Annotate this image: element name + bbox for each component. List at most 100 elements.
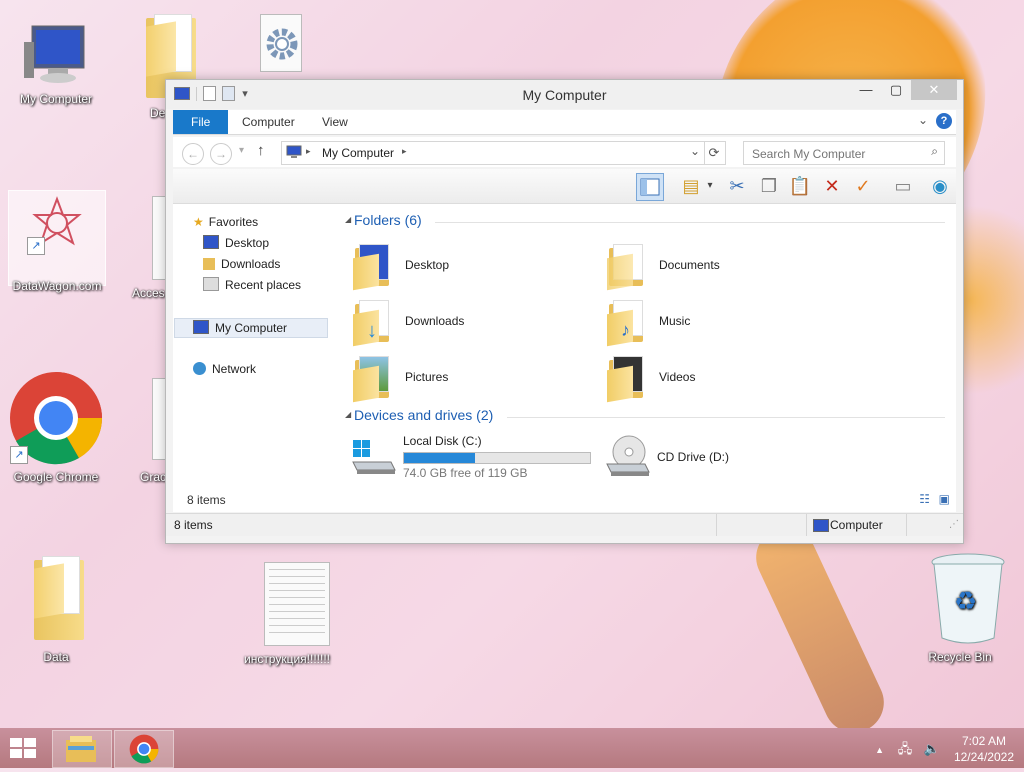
computer-icon [193, 320, 209, 334]
items-count: 8 items [187, 493, 226, 507]
large-icons-view-icon[interactable]: ▣ [939, 492, 950, 506]
expand-ribbon-icon[interactable]: ⌄ [918, 113, 928, 127]
desktop-icon-label: DataWagon.com [12, 279, 102, 293]
desktop-icon-label: Google Chrome [13, 470, 99, 484]
navigation-bar: ← → ▾ ↑ ▸ My Computer ▸ ⌄ ⟳ ⌕ [173, 137, 956, 167]
status-location: Computer [830, 518, 883, 532]
drive-item-cd-drive-d[interactable]: CD Drive (D:) [605, 432, 825, 482]
show-hidden-icons-icon[interactable]: ▲ [875, 745, 884, 755]
search-input[interactable] [750, 144, 924, 164]
inner-status: 8 items ☷ ▣ [173, 489, 956, 511]
nav-item-favorites[interactable]: ★ Favorites [193, 213, 258, 231]
folder-item-music[interactable]: ♪ Music [607, 296, 827, 347]
group-divider [435, 222, 945, 223]
monitor-icon [24, 25, 85, 83]
properties-icon[interactable]: ▭ [890, 173, 916, 199]
network-globe-icon[interactable]: ◉ [927, 173, 953, 199]
system-clock[interactable]: 7:02 AM 12/24/2022 [954, 733, 1014, 765]
clock-time: 7:02 AM [961, 734, 1006, 748]
nav-item-network[interactable]: Network [193, 360, 256, 378]
folders-group-header[interactable]: Folders (6) [354, 212, 422, 228]
refresh-button[interactable]: ⟳ [703, 141, 726, 165]
tab-computer[interactable]: Computer [228, 110, 309, 134]
desktop-icon-data[interactable]: Data [8, 552, 104, 664]
desktop-icon-google-chrome[interactable]: ↗ Google Chrome [8, 370, 104, 484]
devices-group-collapse-icon[interactable]: ◢ [345, 410, 351, 419]
preview-pane-icon[interactable] [636, 173, 664, 201]
address-bar[interactable]: ▸ My Computer ▸ ⌄ [281, 141, 705, 165]
star-icon: ★ [193, 215, 204, 229]
resize-grip-icon[interactable]: ⋰ [949, 519, 959, 530]
pictures-folder-icon [353, 356, 393, 403]
clock-date: 12/24/2022 [953, 750, 1014, 764]
nav-item-recent-places[interactable]: Recent places [203, 276, 301, 294]
folder-options-icon[interactable]: ▤ [678, 173, 704, 199]
taskbar-file-explorer-button[interactable] [52, 730, 112, 768]
folder-item-videos[interactable]: Videos [607, 352, 827, 403]
breadcrumb[interactable]: My Computer [322, 146, 394, 160]
desktop-icon-settings[interactable] [230, 10, 326, 78]
cd-drive-icon [606, 435, 650, 476]
folder-label: Documents [659, 258, 720, 272]
recent-locations-chevron-icon[interactable]: ▾ [239, 145, 244, 156]
group-divider [507, 417, 945, 418]
nav-item-label: My Computer [215, 321, 288, 335]
help-icon[interactable]: ? [936, 113, 952, 129]
title-bar[interactable]: ▾ My Computer — ▢ ✕ [166, 80, 963, 109]
breadcrumb-chevron-icon[interactable]: ▸ [402, 146, 407, 157]
windows-start-icon[interactable] [8, 736, 38, 760]
address-dropdown-icon[interactable]: ⌄ [690, 144, 700, 158]
drive-usage-bar [403, 452, 591, 464]
taskbar: ▲ 🖧 🔈 7:02 AM 12/24/2022 [0, 728, 1024, 768]
copy-icon[interactable]: ❐ [756, 173, 782, 199]
search-icon[interactable]: ⌕ [931, 144, 938, 159]
folder-item-downloads[interactable]: ↓ Downloads [353, 296, 573, 347]
status-divider [906, 514, 907, 536]
desktop-icon-instruction[interactable]: инструкция!!!!!!! [232, 558, 330, 666]
nav-item-desktop[interactable]: Desktop [203, 234, 269, 252]
volume-icon[interactable]: 🔈 [924, 741, 940, 756]
paste-icon[interactable]: 📋 [787, 173, 813, 199]
folder-item-pictures[interactable]: Pictures [353, 352, 573, 403]
nav-item-label: Favorites [208, 215, 259, 229]
folder-label: Downloads [405, 314, 465, 328]
desktop-folder-icon [353, 244, 393, 291]
forward-button[interactable]: → [210, 143, 232, 165]
folder-label: Music [659, 314, 691, 328]
folder-item-documents[interactable]: Documents [607, 240, 827, 291]
nav-item-label: Downloads [221, 257, 281, 271]
maximize-button[interactable]: ▢ [881, 80, 911, 100]
nav-item-my-computer[interactable]: My Computer [174, 318, 328, 338]
status-divider [716, 514, 717, 536]
desktop-icon-recycle-bin[interactable]: ♻ Recycle Bin [912, 552, 1008, 664]
desktop-icon-my-computer[interactable]: My Computer [8, 22, 104, 106]
chevron-down-icon[interactable]: ▾ [703, 173, 717, 199]
window-title: My Computer [522, 87, 607, 103]
details-view-icon[interactable]: ☷ [919, 492, 930, 506]
nav-item-downloads[interactable]: Downloads [203, 255, 280, 273]
close-button[interactable]: ✕ [911, 80, 957, 100]
drive-item-local-disk-c[interactable]: Local Disk (C:) 74.0 GB free of 119 GB [351, 432, 601, 482]
minimize-button[interactable]: — [851, 80, 881, 100]
cut-icon[interactable]: ✂ [724, 173, 750, 199]
desktop-icon-datawagon[interactable]: ↗ DataWagon.com [8, 190, 106, 293]
recent-places-icon [203, 277, 219, 291]
tab-file[interactable]: File [173, 110, 229, 134]
rename-check-icon[interactable]: ✓ [850, 173, 876, 199]
network-status-icon[interactable]: 🖧 [898, 741, 913, 756]
breadcrumb-chevron-icon[interactable]: ▸ [306, 146, 311, 157]
shortcut-arrow-icon: ↗ [10, 446, 28, 464]
system-tray: ▲ 🖧 🔈 [875, 740, 940, 762]
taskbar-chrome-button[interactable] [114, 730, 174, 768]
delete-icon[interactable]: ✕ [819, 173, 845, 199]
folder-item-desktop[interactable]: Desktop [353, 240, 573, 291]
devices-group-header[interactable]: Devices and drives (2) [354, 407, 493, 423]
back-button[interactable]: ← [182, 143, 204, 165]
drive-label: CD Drive (D:) [657, 450, 729, 464]
nav-item-label: Network [212, 362, 257, 376]
up-button[interactable]: ↑ [257, 142, 265, 159]
nav-item-label: Desktop [225, 236, 270, 250]
folders-group-collapse-icon[interactable]: ◢ [345, 215, 351, 224]
drive-label: Local Disk (C:) [403, 434, 482, 448]
tab-view[interactable]: View [308, 110, 362, 134]
